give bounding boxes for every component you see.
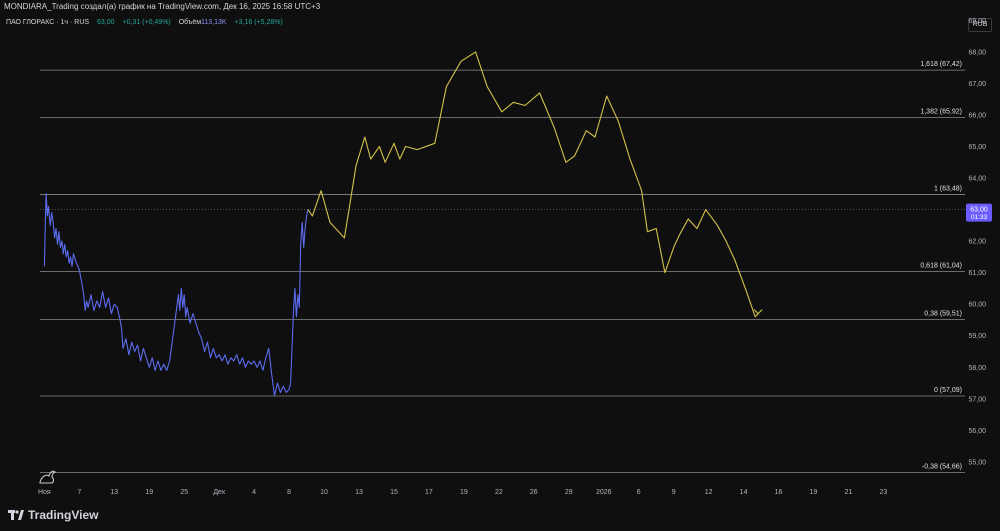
time-axis: Ноя 7 13 19 25 Дек 4 8 10 13 15 17 19 22 26 29 2026 6 9 12 1… xyxy=(38,489,887,496)
fib-level-label: 0 (57,09) xyxy=(934,387,962,394)
x-tick-label: 16 xyxy=(775,489,783,496)
y-tick-label: 61,00 xyxy=(968,270,986,277)
y-tick-label: 67,00 xyxy=(968,81,986,88)
y-tick-label: 65,00 xyxy=(968,144,986,151)
fib-level-label: -0,38 (54,66) xyxy=(922,464,962,471)
bar-countdown-label: 01:33 xyxy=(971,214,988,221)
x-tick-label: 2026 xyxy=(596,489,612,496)
x-tick-label: 19 xyxy=(810,489,818,496)
y-tick-label: 55,00 xyxy=(968,459,986,466)
x-tick-label: 21 xyxy=(845,489,853,496)
x-tick-label: 13 xyxy=(355,489,363,496)
x-tick-label: 12 xyxy=(705,489,713,496)
price-series-line xyxy=(43,193,309,397)
x-tick-label: 13 xyxy=(110,489,118,496)
footer-bar xyxy=(0,506,1000,531)
x-tick-label: 19 xyxy=(460,489,468,496)
brand-name: TradingView xyxy=(28,508,99,522)
x-tick-label: 29 xyxy=(565,489,573,496)
forecast-arrow-icon xyxy=(753,309,763,315)
forecast-series-line xyxy=(307,51,759,318)
x-tick-label: 15 xyxy=(390,489,398,496)
x-tick-label: 17 xyxy=(425,489,433,496)
x-tick-label: 25 xyxy=(180,489,188,496)
fib-level-label: 1,382 (65,92) xyxy=(920,108,962,115)
fib-level-label: 1,618 (67,42) xyxy=(920,61,962,68)
y-tick-label: 66,00 xyxy=(968,112,986,119)
fib-level-label: 0,38 (59,51) xyxy=(924,311,962,318)
x-tick-label: 7 xyxy=(77,489,81,496)
last-price-marker: 63,0001:33 xyxy=(40,203,992,222)
fib-level-label: 0,618 (61,04) xyxy=(920,262,962,269)
price-chart[interactable]: 1,618 (67,42) 1,382 (65,92) 1 (63,48) 0,618… xyxy=(0,0,1000,531)
price-axis: 69,00 68,00 67,00 66,00 65,00 64,00 63,00 62,00… xyxy=(968,18,986,467)
series xyxy=(43,51,763,397)
x-tick-label: 10 xyxy=(320,489,328,496)
x-tick-label: Ноя xyxy=(38,489,51,496)
fibonacci-levels: 1,618 (67,42) 1,382 (65,92) 1 (63,48) 0,618… xyxy=(40,61,965,474)
y-tick-label: 69,00 xyxy=(968,18,986,25)
x-tick-label: 4 xyxy=(252,489,256,496)
y-tick-label: 56,00 xyxy=(968,428,986,435)
x-tick-label: 19 xyxy=(145,489,153,496)
x-tick-label: 8 xyxy=(287,489,291,496)
x-tick-label: 26 xyxy=(530,489,538,496)
y-tick-label: 60,00 xyxy=(968,302,986,309)
y-tick-label: 68,00 xyxy=(968,49,986,56)
brand[interactable]: TradingView xyxy=(8,508,98,522)
x-tick-label: 6 xyxy=(637,489,641,496)
tradingview-logo-icon xyxy=(8,510,24,520)
y-tick-label: 62,00 xyxy=(968,239,986,246)
y-tick-label: 59,00 xyxy=(968,333,986,340)
x-tick-label: 23 xyxy=(880,489,888,496)
x-tick-label: Дек xyxy=(213,489,226,496)
x-tick-label: 14 xyxy=(740,489,748,496)
fib-level-label: 1 (63,48) xyxy=(934,185,962,192)
y-tick-label: 58,00 xyxy=(968,365,986,372)
x-tick-label: 9 xyxy=(672,489,676,496)
y-tick-label: 57,00 xyxy=(968,396,986,403)
x-tick-label: 22 xyxy=(495,489,503,496)
y-tick-label: 64,00 xyxy=(968,176,986,183)
last-price-label: 63,00 xyxy=(970,207,988,214)
